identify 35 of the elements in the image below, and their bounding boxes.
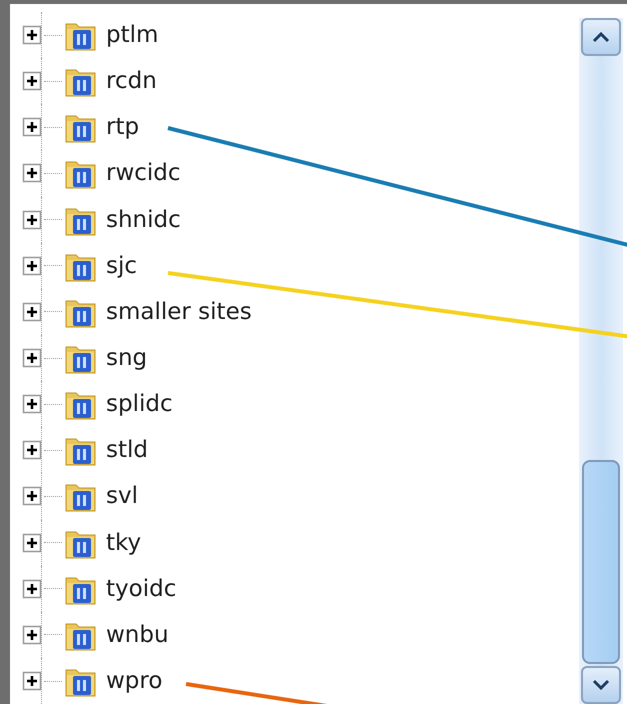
expander-icon[interactable] <box>22 394 42 414</box>
tree-item-label[interactable]: sjc <box>106 252 138 279</box>
up-chevron-icon <box>591 30 611 44</box>
expander-icon[interactable] <box>22 624 42 645</box>
expander-icon[interactable] <box>22 671 42 692</box>
tree-item-label[interactable]: wnbu <box>106 622 169 648</box>
tree-item-label[interactable]: wpro <box>106 668 162 694</box>
tree-item-label[interactable]: tky <box>106 530 142 556</box>
scroll-up-button[interactable] <box>581 18 621 56</box>
tree-item-label[interactable]: tyoidc <box>106 576 176 602</box>
tree-item-label[interactable]: svl <box>106 483 138 510</box>
tree-item-label[interactable]: stld <box>106 437 148 464</box>
expander-icon[interactable] <box>22 348 42 368</box>
expander-icon[interactable] <box>22 163 42 184</box>
expander-icon[interactable] <box>22 71 42 92</box>
tree-item-label[interactable]: smaller sites <box>106 298 252 325</box>
expander-icon[interactable] <box>22 578 42 599</box>
down-chevron-icon <box>591 678 611 692</box>
expander-icon[interactable] <box>22 25 42 46</box>
scroll-down-button[interactable] <box>581 666 621 704</box>
expander-icon[interactable] <box>22 486 42 506</box>
tree-item-label[interactable]: rtp <box>106 114 140 140</box>
expander-icon[interactable] <box>22 440 42 460</box>
expander-icon[interactable] <box>22 302 42 322</box>
expander-icon[interactable] <box>22 532 42 553</box>
expander-icon[interactable] <box>22 210 42 230</box>
tree-item-label[interactable]: rwcidc <box>106 160 181 186</box>
expander-icon[interactable] <box>22 256 42 276</box>
tree-item-label[interactable]: sng <box>106 345 148 372</box>
expander-icon[interactable] <box>22 117 42 138</box>
scrollbar-thumb[interactable] <box>582 460 620 664</box>
tree-item-label[interactable]: rcdn <box>106 68 157 94</box>
tree-item-label[interactable]: shnidc <box>106 206 181 233</box>
tree-item-label[interactable]: ptlm <box>106 22 158 48</box>
tree-item-label[interactable]: splidc <box>106 391 173 418</box>
